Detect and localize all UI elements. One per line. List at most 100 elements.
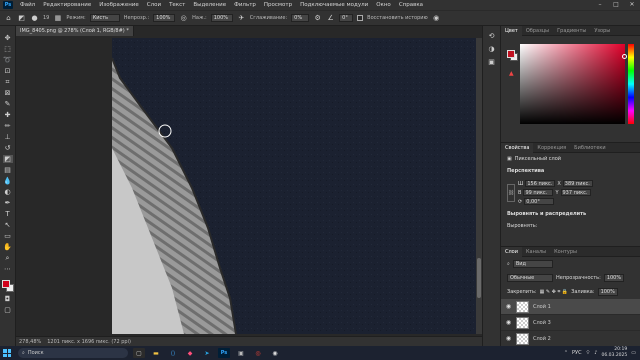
quick-mask-icon[interactable]: ◘ — [3, 295, 13, 303]
vscode-icon[interactable]: ⟨⟩ — [167, 348, 179, 358]
transform-section-label[interactable]: Перспектива — [501, 165, 640, 177]
tab-paths[interactable]: Контуры — [550, 247, 581, 257]
airbrush-icon[interactable]: ✈ — [237, 14, 246, 23]
tab-libraries[interactable]: Библиотеки — [570, 143, 610, 153]
layer-opacity-field[interactable]: 100% — [603, 274, 624, 282]
scroll-thumb[interactable] — [477, 258, 481, 298]
document-tab[interactable]: IMG_8405.png @ 278% (Слой 1, RGB/8#) * — [16, 26, 134, 36]
pressure-size-icon[interactable]: ◉ — [432, 14, 441, 23]
eraser-tool-icon[interactable]: ◩ — [17, 14, 26, 23]
angle-field[interactable]: 0,00° — [524, 198, 555, 205]
crop-tool-icon[interactable]: ⌗ — [3, 78, 13, 86]
telegram-icon[interactable]: ➤ — [201, 348, 213, 358]
width-field[interactable]: 156 пикс. — [525, 180, 556, 187]
task-view-icon[interactable]: ▢ — [133, 348, 145, 358]
menu-filter[interactable]: Фильтр — [230, 2, 260, 8]
wifi-icon[interactable]: ⌔ — [586, 350, 591, 356]
layer-row[interactable]: ◉ Слой 2 — [501, 331, 640, 347]
volume-icon[interactable]: ♪ — [594, 350, 597, 356]
tab-properties[interactable]: Свойства — [501, 142, 534, 153]
menu-image[interactable]: Изображение — [95, 2, 143, 8]
photoshop-taskbar-icon[interactable]: Ps — [218, 348, 230, 358]
tab-gradients[interactable]: Градиенты — [553, 26, 590, 36]
object-select-tool-icon[interactable]: ⊡ — [3, 67, 13, 75]
menu-file[interactable]: Файл — [16, 2, 39, 8]
adjustments-panel-icon[interactable]: ◑ — [488, 45, 494, 53]
color-field[interactable] — [520, 44, 627, 124]
screen-mode-icon[interactable]: ▢ — [3, 306, 13, 314]
color-swatches[interactable] — [1, 280, 14, 292]
shape-tool-icon[interactable]: ▭ — [3, 232, 13, 240]
tab-color[interactable]: Цвет — [501, 25, 522, 36]
healing-tool-icon[interactable]: ✚ — [3, 111, 13, 119]
file-explorer-icon[interactable]: ▬ — [150, 348, 162, 358]
frame-tool-icon[interactable]: ⊠ — [3, 89, 13, 97]
color-picker-cursor[interactable] — [622, 54, 627, 59]
zoom-level[interactable]: 278,48% — [19, 339, 41, 345]
menu-edit[interactable]: Редактирование — [39, 2, 95, 8]
lock-icons[interactable]: ▦ ✎ ✥ ⌗ 🔒 — [540, 289, 569, 295]
styles-panel-icon[interactable]: ▣ — [488, 58, 495, 66]
align-section-label[interactable]: Выровнять и распределить — [501, 208, 640, 220]
pressure-field[interactable]: 100% — [210, 14, 233, 22]
language-indicator[interactable]: РУС — [572, 350, 582, 356]
history-panel-icon[interactable]: ⟲ — [489, 32, 495, 40]
figma-icon[interactable]: ◆ — [184, 348, 196, 358]
menu-layers[interactable]: Слои — [143, 2, 165, 8]
blend-mode-select[interactable]: Обычные — [507, 274, 553, 282]
tray-chevron-icon[interactable]: ⌃ — [564, 350, 568, 356]
menu-help[interactable]: Справка — [395, 2, 427, 8]
tab-adjustments[interactable]: Коррекция — [533, 143, 570, 153]
brush-preset-icon[interactable]: ● — [30, 14, 39, 23]
tab-channels[interactable]: Каналы — [522, 247, 550, 257]
image-canvas[interactable] — [112, 38, 476, 334]
move-tool-icon[interactable]: ✥ — [3, 34, 13, 42]
hand-tool-icon[interactable]: ✋ — [3, 243, 13, 251]
start-button[interactable] — [0, 346, 14, 360]
clock[interactable]: 20:19 06.03.2025 — [602, 347, 628, 359]
mode-select[interactable]: Кисть — [89, 14, 120, 22]
height-field[interactable]: 99 пикс. — [523, 189, 554, 196]
close-icon[interactable]: ✕ — [624, 0, 640, 10]
stamp-tool-icon[interactable]: ⊥ — [3, 133, 13, 141]
app-icon[interactable]: ▣ — [235, 348, 247, 358]
zoom-tool-icon[interactable]: ⌕ — [3, 254, 13, 262]
layer-name[interactable]: Слой 3 — [533, 320, 551, 326]
fill-field[interactable]: 100% — [597, 288, 618, 296]
menu-type[interactable]: Текст — [165, 2, 189, 8]
obs-icon[interactable]: ◉ — [269, 348, 281, 358]
dodge-tool-icon[interactable]: ◐ — [3, 188, 13, 196]
smoothing-field[interactable]: 0% — [291, 14, 310, 22]
layer-name[interactable]: Слой 1 — [533, 304, 551, 310]
marquee-tool-icon[interactable]: ⬚ — [3, 45, 13, 53]
home-icon[interactable]: ⌂ — [4, 14, 13, 23]
path-select-tool-icon[interactable]: ↖ — [3, 221, 13, 229]
gradient-tool-icon[interactable]: ▤ — [3, 166, 13, 174]
type-tool-icon[interactable]: T — [3, 210, 13, 218]
lasso-tool-icon[interactable]: ➰ — [3, 56, 13, 64]
notifications-icon[interactable]: ▭ — [631, 350, 636, 356]
layer-filter-select[interactable]: Вид — [512, 260, 553, 268]
tab-patterns[interactable]: Узоры — [590, 26, 614, 36]
photoshop-logo[interactable]: Ps — [3, 1, 13, 9]
y-field[interactable]: 937 пикс. — [560, 189, 591, 196]
pen-tool-icon[interactable]: ✒ — [3, 199, 13, 207]
more-tools-icon[interactable]: ⋯ — [3, 265, 13, 273]
menu-window[interactable]: Окно — [372, 2, 395, 8]
minimize-icon[interactable]: – — [592, 0, 608, 10]
restore-history-checkbox[interactable] — [357, 15, 364, 21]
visibility-eye-icon[interactable]: ◉ — [505, 303, 512, 310]
layer-row[interactable]: ◉ Слой 3 — [501, 315, 640, 331]
link-icon[interactable]: ⛓ — [507, 183, 515, 202]
history-brush-tool-icon[interactable]: ↺ — [3, 144, 13, 152]
chrome-icon[interactable]: ◎ — [252, 348, 264, 358]
eraser-tool-icon-side[interactable]: ◩ — [2, 155, 13, 163]
brush-tool-icon[interactable]: ✏ — [3, 122, 13, 130]
menu-plugins[interactable]: Подключаемые модули — [296, 2, 372, 8]
eyedropper-tool-icon[interactable]: ✎ — [3, 100, 13, 108]
opacity-field[interactable]: 100% — [153, 14, 176, 22]
maximize-icon[interactable]: □ — [608, 0, 624, 10]
angle-field[interactable]: 0° — [339, 14, 354, 22]
tab-layers[interactable]: Слои — [501, 246, 522, 257]
panel-foreground-swatch[interactable] — [507, 50, 515, 58]
